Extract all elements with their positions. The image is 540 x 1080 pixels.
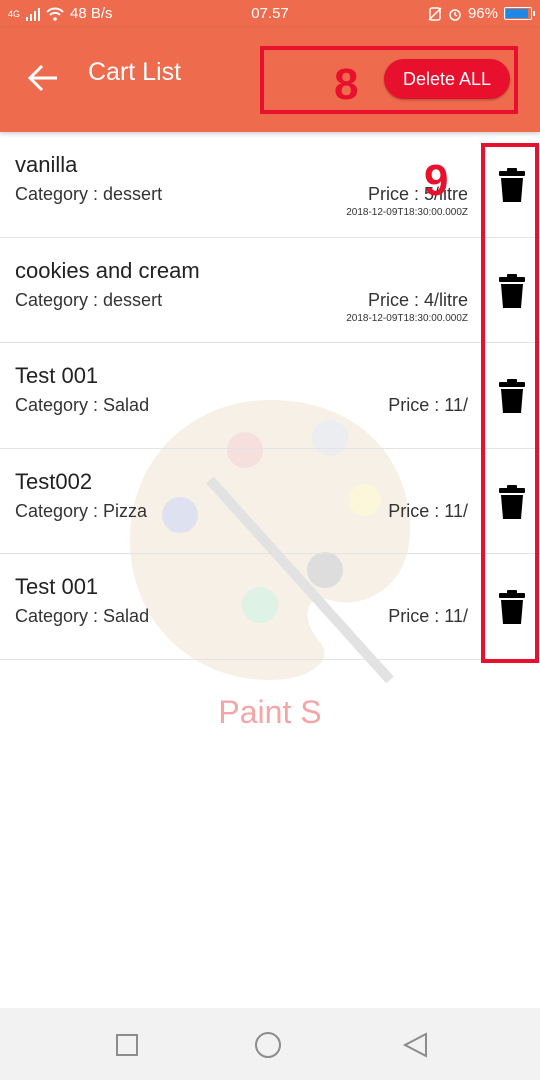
item-category: Category : Salad [15, 606, 150, 626]
item-name: Test 001 [15, 363, 99, 388]
square-icon[interactable] [112, 1030, 142, 1060]
triangle-back-icon[interactable] [400, 1030, 430, 1060]
battery-icon [504, 7, 535, 20]
annotation-number-8: 8 [334, 60, 359, 109]
item-name: Test002 [15, 468, 93, 494]
annotation-box-trash-column [481, 143, 539, 663]
item-category: Category : dessert [15, 289, 163, 310]
cart-item[interactable]: Test 001 Category : Salad Price : 11/ [0, 343, 540, 449]
item-category: Category : Salad [15, 395, 150, 415]
annotation-box-delete-all [260, 46, 518, 114]
cart-list: vanilla Category : dessert Price : 5/lit… [0, 132, 540, 660]
item-category: Category : Pizza [15, 500, 148, 521]
item-price: Price : 11/ [388, 395, 468, 415]
item-date: 2018-12-09T18:30:00.000Z [346, 312, 468, 324]
item-price: Price : 5/litre [367, 184, 468, 204]
item-date: 2018-12-09T18:30:00.000Z [346, 207, 468, 218]
item-category: Category : dessert [15, 184, 163, 204]
item-price: Price : 11/ [388, 500, 468, 521]
alarm-icon [449, 8, 461, 21]
item-price: Price : 11/ [388, 606, 468, 626]
status-bar: 4G 48 B/s 07.57 96% [0, 0, 540, 28]
battery-percent: 96% [467, 5, 498, 22]
cart-item[interactable]: Test002 Category : Pizza Price : 11/ [0, 449, 540, 554]
item-price: Price : 4/litre [367, 289, 468, 310]
status-right: 96% [428, 5, 535, 22]
item-name: vanilla [15, 152, 78, 177]
cart-item[interactable]: vanilla Category : dessert Price : 5/lit… [0, 132, 540, 238]
item-name: cookies and cream [15, 257, 200, 283]
annotation-number-9: 9 [424, 156, 449, 205]
cart-item[interactable]: Test 001 Category : Salad Price : 11/ [0, 554, 540, 660]
watermark-text: Paint S [218, 694, 322, 730]
circle-icon[interactable] [253, 1030, 283, 1060]
no-sim-icon [428, 6, 442, 21]
item-name: Test 001 [15, 574, 99, 599]
arrow-left-icon[interactable] [24, 58, 64, 98]
page-title: Cart List [88, 58, 182, 86]
system-nav-bar [0, 1008, 540, 1080]
cart-item[interactable]: cookies and cream Category : dessert Pri… [0, 238, 540, 343]
